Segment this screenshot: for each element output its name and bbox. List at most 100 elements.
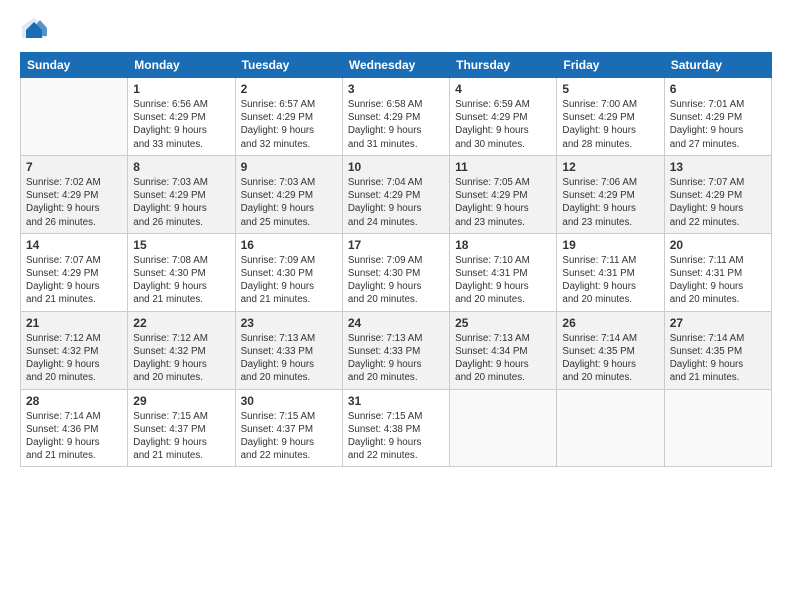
col-header-tuesday: Tuesday — [235, 53, 342, 78]
day-info: Sunrise: 7:11 AMSunset: 4:31 PMDaylight:… — [562, 254, 658, 307]
day-number: 22 — [133, 316, 229, 330]
day-info: Sunrise: 7:13 AMSunset: 4:33 PMDaylight:… — [348, 332, 444, 385]
calendar-day-cell: 12 Sunrise: 7:06 AMSunset: 4:29 PMDayligh… — [557, 155, 664, 233]
calendar-day-cell: 18 Sunrise: 7:10 AMSunset: 4:31 PMDayligh… — [450, 233, 557, 311]
calendar-day-cell: 20Sunrise: 7:11 AMSunset: 4:31 PMDayligh… — [664, 233, 771, 311]
calendar-day-cell — [450, 389, 557, 467]
col-header-sunday: Sunday — [21, 53, 128, 78]
calendar-day-cell: 2Sunrise: 6:57 AMSunset: 4:29 PMDaylight… — [235, 78, 342, 156]
calendar-day-cell: 11 Sunrise: 7:05 AMSunset: 4:29 PMDayligh… — [450, 155, 557, 233]
calendar-day-cell — [557, 389, 664, 467]
calendar-day-cell: 17 Sunrise: 7:09 AMSunset: 4:30 PMDayligh… — [342, 233, 449, 311]
day-info: Sunrise: 7:14 AMSunset: 4:36 PMDaylight:… — [26, 410, 122, 463]
day-info: Sunrise: 7:03 AMSunset: 4:29 PMDaylight:… — [241, 176, 337, 229]
day-info: Sunrise: 7:12 AMSunset: 4:32 PMDaylight:… — [26, 332, 122, 385]
header — [20, 16, 772, 40]
day-number: 28 — [26, 394, 122, 408]
calendar-day-cell: 22 Sunrise: 7:12 AMSunset: 4:32 PMDayligh… — [128, 311, 235, 389]
day-info: Sunrise: 7:09 AMSunset: 4:30 PMDaylight:… — [241, 254, 337, 307]
col-header-friday: Friday — [557, 53, 664, 78]
calendar-day-cell: 15 Sunrise: 7:08 AMSunset: 4:30 PMDayligh… — [128, 233, 235, 311]
day-number: 23 — [241, 316, 337, 330]
day-number: 26 — [562, 316, 658, 330]
day-info: Sunrise: 7:15 AMSunset: 4:37 PMDaylight:… — [133, 410, 229, 463]
col-header-monday: Monday — [128, 53, 235, 78]
day-number: 27 — [670, 316, 766, 330]
calendar-day-cell: 3Sunrise: 6:58 AMSunset: 4:29 PMDaylight… — [342, 78, 449, 156]
day-info: Sunrise: 6:56 AMSunset: 4:29 PMDaylight:… — [133, 98, 229, 151]
calendar-day-cell: 9 Sunrise: 7:03 AMSunset: 4:29 PMDaylight… — [235, 155, 342, 233]
day-number: 8 — [133, 160, 229, 174]
day-info: Sunrise: 7:13 AMSunset: 4:33 PMDaylight:… — [241, 332, 337, 385]
day-info: Sunrise: 7:13 AMSunset: 4:34 PMDaylight:… — [455, 332, 551, 385]
day-number: 19 — [562, 238, 658, 252]
calendar-week-row: 14 Sunrise: 7:07 AMSunset: 4:29 PMDayligh… — [21, 233, 772, 311]
day-number: 12 — [562, 160, 658, 174]
calendar-day-cell — [664, 389, 771, 467]
calendar-day-cell: 6Sunrise: 7:01 AMSunset: 4:29 PMDaylight… — [664, 78, 771, 156]
calendar: SundayMondayTuesdayWednesdayThursdayFrid… — [20, 52, 772, 467]
day-number: 18 — [455, 238, 551, 252]
logo-icon — [20, 16, 48, 40]
day-number: 1 — [133, 82, 229, 96]
calendar-day-cell: 27 Sunrise: 7:14 AMSunset: 4:35 PMDayligh… — [664, 311, 771, 389]
day-info: Sunrise: 7:15 AMSunset: 4:38 PMDaylight:… — [348, 410, 444, 463]
day-number: 16 — [241, 238, 337, 252]
day-info: Sunrise: 7:05 AMSunset: 4:29 PMDaylight:… — [455, 176, 551, 229]
day-info: Sunrise: 7:08 AMSunset: 4:30 PMDaylight:… — [133, 254, 229, 307]
calendar-day-cell: 19 Sunrise: 7:11 AMSunset: 4:31 PMDayligh… — [557, 233, 664, 311]
day-number: 29 — [133, 394, 229, 408]
day-number: 21 — [26, 316, 122, 330]
day-info: Sunrise: 7:11 AMSunset: 4:31 PMDaylight:… — [670, 254, 766, 307]
col-header-wednesday: Wednesday — [342, 53, 449, 78]
day-info: Sunrise: 7:04 AMSunset: 4:29 PMDaylight:… — [348, 176, 444, 229]
day-info: Sunrise: 7:07 AMSunset: 4:29 PMDaylight:… — [26, 254, 122, 307]
day-info: Sunrise: 7:02 AMSunset: 4:29 PMDaylight:… — [26, 176, 122, 229]
day-number: 5 — [562, 82, 658, 96]
day-info: Sunrise: 7:00 AMSunset: 4:29 PMDaylight:… — [562, 98, 658, 151]
calendar-day-cell: 14 Sunrise: 7:07 AMSunset: 4:29 PMDayligh… — [21, 233, 128, 311]
day-number: 9 — [241, 160, 337, 174]
logo — [20, 16, 52, 40]
calendar-day-cell: 24 Sunrise: 7:13 AMSunset: 4:33 PMDayligh… — [342, 311, 449, 389]
calendar-day-cell: 29 Sunrise: 7:15 AMSunset: 4:37 PMDayligh… — [128, 389, 235, 467]
calendar-day-cell: 30Sunrise: 7:15 AMSunset: 4:37 PMDayligh… — [235, 389, 342, 467]
calendar-day-cell: 13 Sunrise: 7:07 AMSunset: 4:29 PMDayligh… — [664, 155, 771, 233]
calendar-day-cell: 28 Sunrise: 7:14 AMSunset: 4:36 PMDayligh… — [21, 389, 128, 467]
col-header-thursday: Thursday — [450, 53, 557, 78]
day-number: 10 — [348, 160, 444, 174]
calendar-day-cell: 31 Sunrise: 7:15 AMSunset: 4:38 PMDayligh… — [342, 389, 449, 467]
col-header-saturday: Saturday — [664, 53, 771, 78]
calendar-day-cell: 21 Sunrise: 7:12 AMSunset: 4:32 PMDayligh… — [21, 311, 128, 389]
day-info: Sunrise: 7:15 AMSunset: 4:37 PMDaylight:… — [241, 410, 337, 463]
day-info: Sunrise: 7:10 AMSunset: 4:31 PMDaylight:… — [455, 254, 551, 307]
day-number: 4 — [455, 82, 551, 96]
calendar-day-cell: 4 Sunrise: 6:59 AMSunset: 4:29 PMDaylight… — [450, 78, 557, 156]
day-info: Sunrise: 7:12 AMSunset: 4:32 PMDaylight:… — [133, 332, 229, 385]
day-info: Sunrise: 7:14 AMSunset: 4:35 PMDaylight:… — [670, 332, 766, 385]
calendar-week-row: 28 Sunrise: 7:14 AMSunset: 4:36 PMDayligh… — [21, 389, 772, 467]
day-info: Sunrise: 6:59 AMSunset: 4:29 PMDaylight:… — [455, 98, 551, 151]
day-number: 15 — [133, 238, 229, 252]
page: SundayMondayTuesdayWednesdayThursdayFrid… — [0, 0, 792, 612]
day-number: 6 — [670, 82, 766, 96]
day-number: 17 — [348, 238, 444, 252]
calendar-week-row: 21 Sunrise: 7:12 AMSunset: 4:32 PMDayligh… — [21, 311, 772, 389]
day-number: 11 — [455, 160, 551, 174]
day-number: 31 — [348, 394, 444, 408]
day-info: Sunrise: 7:09 AMSunset: 4:30 PMDaylight:… — [348, 254, 444, 307]
day-info: Sunrise: 6:58 AMSunset: 4:29 PMDaylight:… — [348, 98, 444, 151]
day-info: Sunrise: 7:03 AMSunset: 4:29 PMDaylight:… — [133, 176, 229, 229]
calendar-day-cell: 5 Sunrise: 7:00 AMSunset: 4:29 PMDaylight… — [557, 78, 664, 156]
calendar-day-cell: 26Sunrise: 7:14 AMSunset: 4:35 PMDayligh… — [557, 311, 664, 389]
calendar-day-cell — [21, 78, 128, 156]
day-number: 14 — [26, 238, 122, 252]
day-number: 24 — [348, 316, 444, 330]
day-info: Sunrise: 7:07 AMSunset: 4:29 PMDaylight:… — [670, 176, 766, 229]
day-info: Sunrise: 7:06 AMSunset: 4:29 PMDaylight:… — [562, 176, 658, 229]
day-number: 13 — [670, 160, 766, 174]
calendar-day-cell: 7 Sunrise: 7:02 AMSunset: 4:29 PMDaylight… — [21, 155, 128, 233]
day-number: 2 — [241, 82, 337, 96]
day-number: 7 — [26, 160, 122, 174]
calendar-day-cell: 1 Sunrise: 6:56 AMSunset: 4:29 PMDaylight… — [128, 78, 235, 156]
